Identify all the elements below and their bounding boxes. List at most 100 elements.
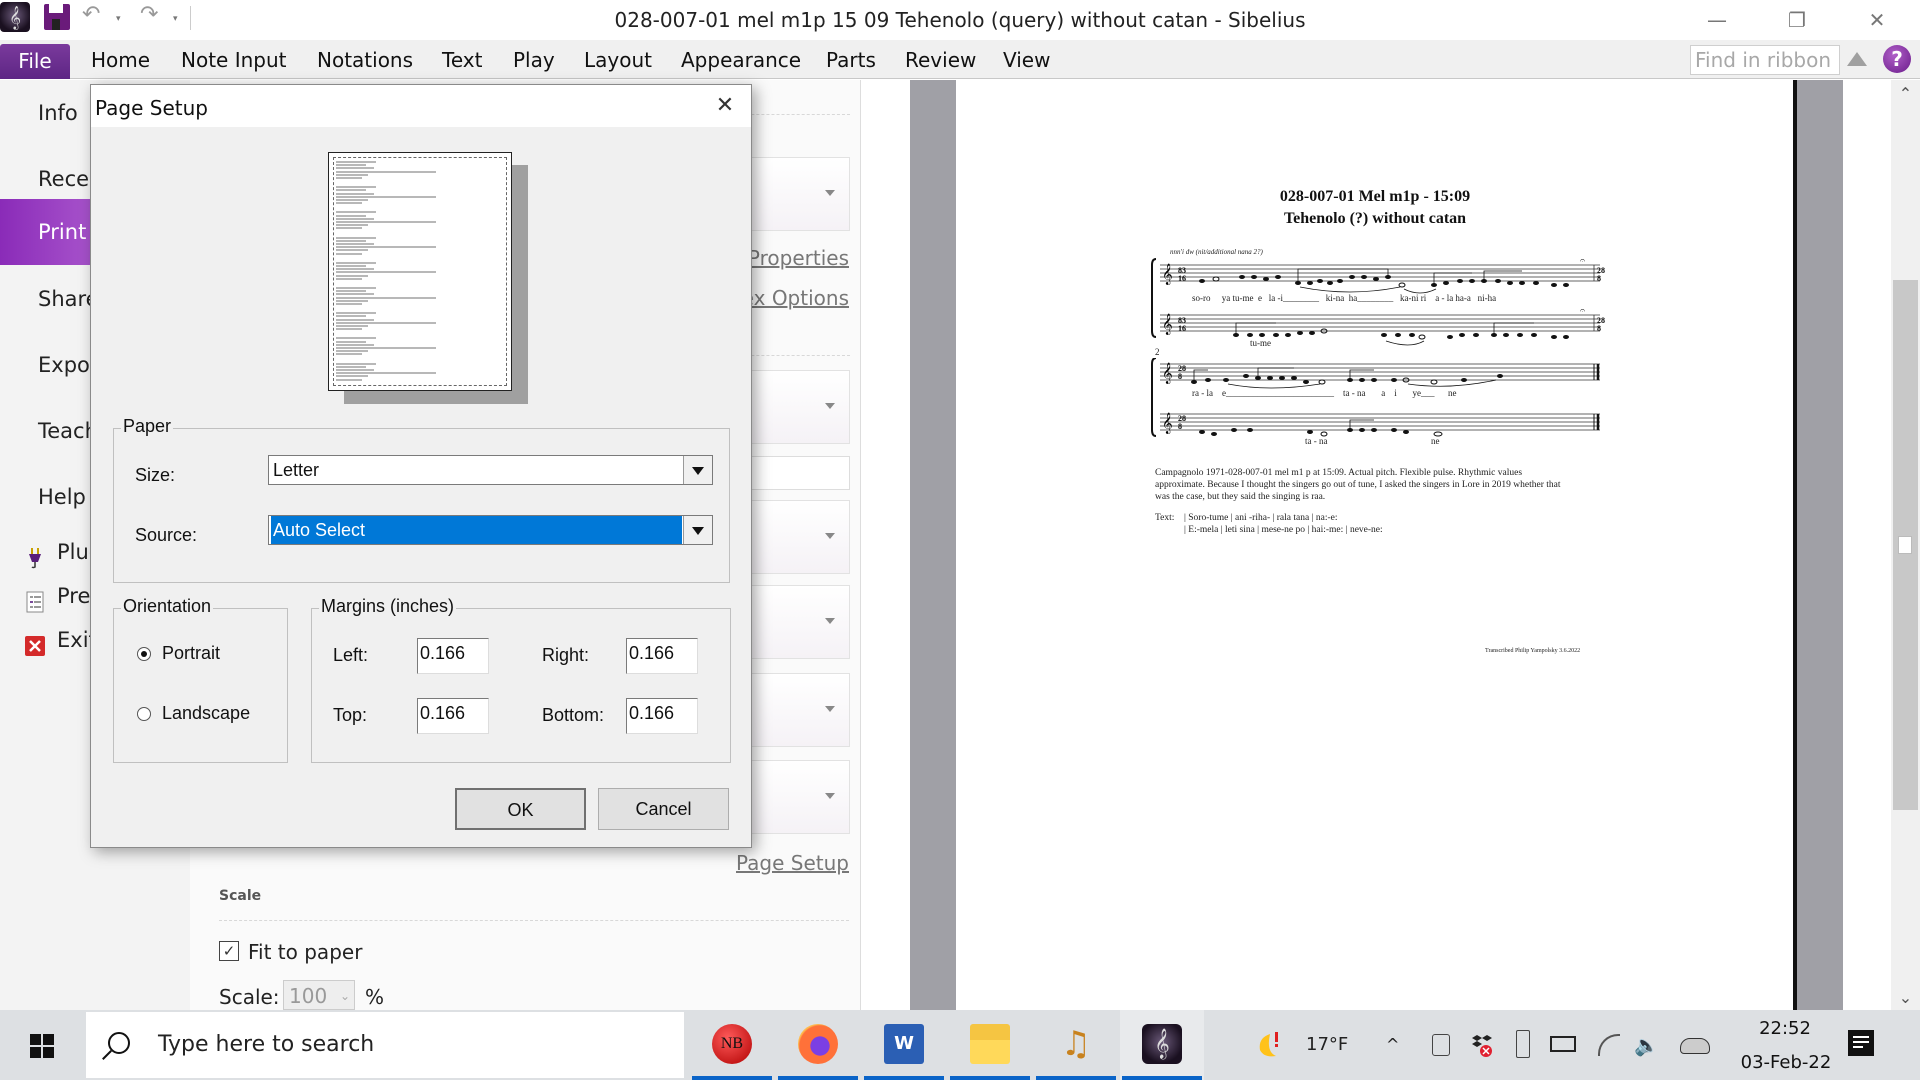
tab-file[interactable]: File [0,44,70,79]
section-divider [219,920,849,921]
lyrics-system-2-voice-1: ra - la e________________________ ta - n… [1192,388,1457,398]
thumbnail-text-line [336,353,362,356]
tab-parts[interactable]: Parts [826,48,876,72]
svg-text:𝄞: 𝄞 [1162,363,1173,384]
landscape-radio[interactable] [137,707,151,721]
dropdown-arrow-icon [825,618,835,624]
thumbnail-text-line [336,315,366,318]
portrait-radio[interactable] [137,647,151,661]
preview-margin-right [1797,80,1843,1010]
dialog-close-button[interactable]: ✕ [703,89,747,123]
volume-icon[interactable]: 🔈 [1634,1010,1659,1080]
ok-button[interactable]: OK [455,788,586,830]
pages-input[interactable] [740,456,850,490]
redo-icon[interactable]: ↷ [140,2,158,27]
tab-view[interactable]: View [1003,48,1050,72]
chevron-down-icon: ⌄ [339,989,350,1003]
paper-size-select[interactable]: Letter [268,455,713,485]
search-placeholder: Type here to search [158,1032,375,1057]
find-in-ribbon-input[interactable]: Find in ribbon [1690,45,1840,75]
redo-dropdown-icon[interactable]: ▾ [173,14,178,24]
scale-heading: Scale [219,888,262,904]
thumbnail-text-line [336,261,376,264]
active-indicator [692,1076,772,1080]
folder-icon [970,1024,1010,1064]
active-indicator [1036,1076,1116,1080]
tab-home[interactable]: Home [91,48,150,72]
weather-temperature[interactable]: 17°F [1306,1010,1348,1080]
taskbar-search-box[interactable]: Type here to search [86,1012,684,1078]
clock-date[interactable]: 03-Feb-22 [1716,1052,1856,1073]
thumbnail-text-line [336,246,436,249]
usb-drive-icon[interactable] [1516,1030,1530,1058]
svg-text:8: 8 [1597,274,1601,283]
thumbnail-text-line [336,249,368,252]
tab-note-input[interactable]: Note Input [181,48,287,72]
wifi-icon[interactable] [1598,1034,1620,1056]
taskbar-app-file-explorer[interactable] [948,1010,1032,1080]
start-button[interactable] [0,1010,84,1080]
thumbnail-text-line [336,164,366,167]
scale-combobox[interactable]: 100 ⌄ [283,980,355,1010]
thumbnail-text-line [336,236,376,239]
clock-time[interactable]: 22:52 [1740,1018,1830,1039]
show-hidden-icons-chevron[interactable]: ^ [1386,1010,1399,1080]
taskbar-app-music[interactable]: ♫ [1034,1010,1118,1080]
top-margin-input[interactable]: 0.166 [417,698,489,734]
bottom-margin-label: Bottom: [542,705,605,725]
score-text-line-2: | E:-mela | leti sina | mese-ne po | hai… [1184,525,1383,535]
source-label: Source: [135,525,198,545]
thumbnail-text-line [336,192,374,195]
close-window-button[interactable]: ✕ [1844,0,1910,40]
thumbnail-text-line [336,268,374,271]
margins-group-label: Margins (inches) [319,596,457,617]
undo-icon[interactable]: ↶ [82,2,100,27]
tab-notations[interactable]: Notations [317,48,413,72]
weather-moon-icon[interactable] [1256,1030,1282,1060]
thumbnail-text-line [336,321,436,324]
thumbnail-text-line [336,243,374,245]
toolbar-divider [190,6,191,30]
help-icon[interactable]: ? [1883,45,1911,73]
taskbar: Type here to search NB W ♫ 𝄞 17°F ^ 🔈 22… [0,1010,1920,1080]
meet-now-icon[interactable] [1432,1034,1450,1056]
onedrive-icon[interactable] [1680,1038,1710,1054]
dropbox-error-icon[interactable] [1470,1032,1494,1058]
taskbar-app-firefox[interactable] [776,1010,860,1080]
chevron-down-icon[interactable] [683,456,712,484]
undo-dropdown-icon[interactable]: ▾ [116,14,121,24]
chevron-down-icon[interactable] [683,516,712,544]
cancel-button[interactable]: Cancel [598,788,729,830]
bottom-margin-input[interactable]: 0.166 [626,698,698,734]
thumbnail-text-line [336,211,376,214]
scroll-up-icon[interactable]: ⌃ [1891,84,1920,104]
margins-group [311,608,731,763]
tab-text[interactable]: Text [442,48,482,72]
score-subtitle: Tehenolo (?) without catan [1283,210,1467,227]
minimize-button[interactable]: — [1684,0,1750,40]
tab-layout[interactable]: Layout [584,48,652,72]
battery-charging-icon[interactable] [1550,1036,1576,1052]
left-margin-input[interactable]: 0.166 [417,638,489,674]
notifications-icon[interactable] [1848,1030,1874,1056]
taskbar-app-nb[interactable]: NB [690,1010,774,1080]
scroll-down-icon[interactable]: ⌄ [1891,988,1920,1008]
tab-play[interactable]: Play [513,48,555,72]
active-indicator [778,1076,858,1080]
right-margin-input[interactable]: 0.166 [626,638,698,674]
tab-appearance[interactable]: Appearance [681,48,801,72]
taskbar-app-word[interactable]: W [862,1010,946,1080]
svg-text:8: 8 [1178,372,1182,381]
thumbnail-text-line [336,167,374,170]
taskbar-app-sibelius[interactable]: 𝄞 [1120,1010,1204,1080]
thumbnail-text-line [336,293,374,296]
paper-source-select[interactable]: Auto Select [268,515,713,545]
tab-review[interactable]: Review [905,48,976,72]
sibelius-app-icon[interactable]: 𝄞 [0,2,30,32]
page-setup-link[interactable]: Page Setup [700,851,849,875]
restore-button[interactable]: ❐ [1764,0,1830,40]
collapse-ribbon-icon[interactable] [1847,52,1867,66]
save-icon[interactable] [44,4,70,30]
active-indicator [950,1076,1030,1080]
fit-to-paper-checkbox[interactable]: ✓ [219,941,239,961]
